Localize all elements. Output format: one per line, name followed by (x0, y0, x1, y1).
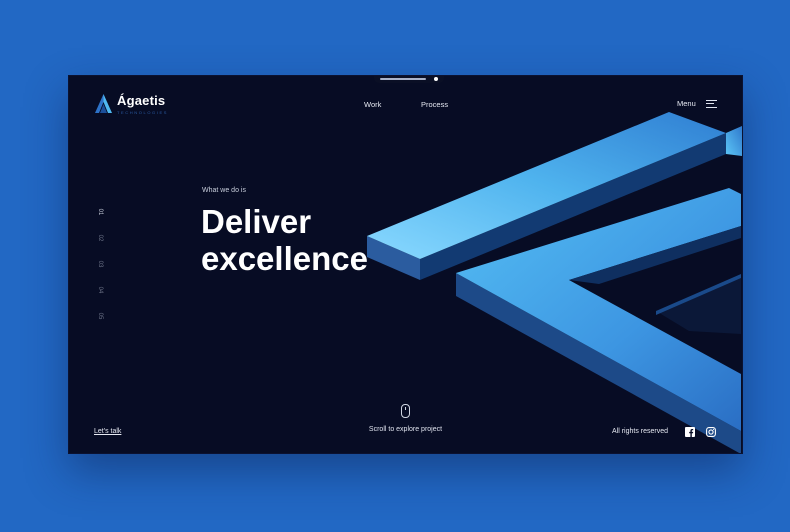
rights-text: All rights reserved (612, 428, 669, 435)
logo-mark-icon (95, 94, 112, 113)
brand-tagline: TECHNOLOGIES (117, 110, 168, 115)
website-screen: Ágaetis TECHNOLOGIES Work Process Menu 0… (68, 75, 743, 454)
hero-eyebrow: What we do is (202, 187, 246, 194)
hero-headline: Deliver excellence (201, 203, 368, 277)
nav-item-process[interactable]: Process (421, 100, 448, 109)
brand-logo[interactable]: Ágaetis TECHNOLOGIES (95, 94, 168, 115)
chevron-artwork (367, 112, 742, 453)
brand-name: Ágaetis (117, 93, 166, 108)
hero-headline-line1: Deliver (201, 203, 312, 240)
instagram-icon[interactable] (706, 427, 716, 437)
hero-headline-line2: excellence (201, 240, 368, 277)
pager-item-04[interactable]: 04 (97, 285, 103, 295)
menu-button[interactable]: Menu (677, 99, 717, 108)
pager-item-01[interactable]: 01 (97, 207, 103, 217)
hamburger-icon (705, 99, 717, 108)
pager-item-05[interactable]: 05 (97, 311, 103, 321)
nav-item-work[interactable]: Work (364, 100, 381, 109)
lets-talk-link[interactable]: Let's talk (94, 428, 121, 435)
facebook-icon[interactable] (685, 427, 695, 437)
pager-item-03[interactable]: 03 (97, 259, 103, 269)
mouse-icon (401, 404, 410, 418)
pager-item-02[interactable]: 02 (97, 233, 103, 243)
menu-label: Menu (677, 99, 696, 108)
edge-slab (726, 126, 742, 156)
